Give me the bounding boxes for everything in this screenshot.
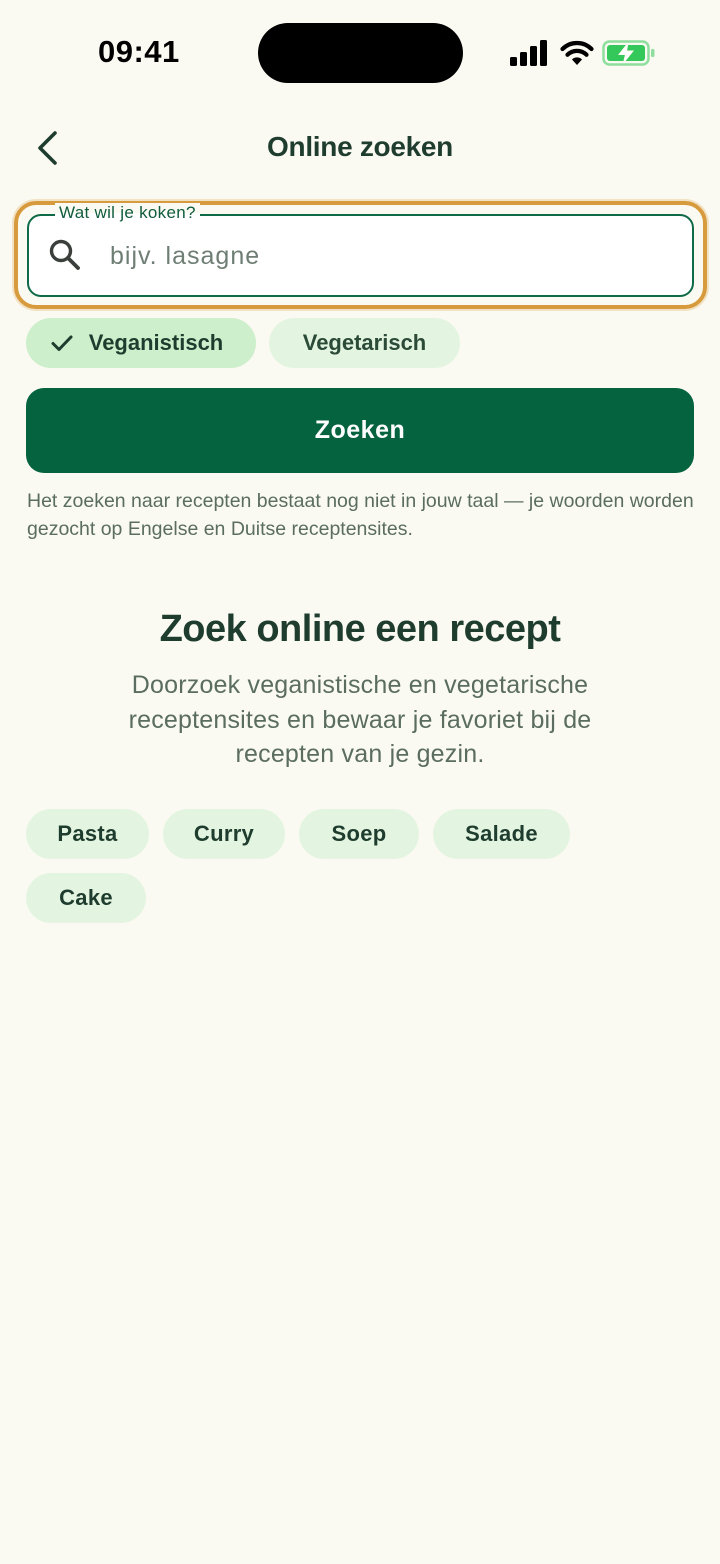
search-icon [49,239,80,270]
dynamic-island [258,23,463,83]
filter-chip-vegan[interactable]: Veganistisch [26,318,256,368]
search-button[interactable]: Zoeken [26,388,694,473]
page-title: Online zoeken [267,131,453,162]
check-icon [51,335,73,351]
empty-state-description: Doorzoek veganistische en vegetarische r… [128,671,592,768]
suggestion-chip-curry[interactable]: Curry [163,809,285,859]
status-time: 09:41 [98,34,180,69]
suggestion-chip-cake[interactable]: Cake [26,873,146,923]
suggestion-chip-pasta[interactable]: Pasta [26,809,149,859]
filter-chip-vegetarian[interactable]: Vegetarisch [269,318,460,368]
screen: 09:41 Online zoeken Wat wil je koken? bi… [0,0,720,1564]
empty-state-title: Zoek online een recept [159,608,561,650]
suggestion-chip-salade[interactable]: Salade [433,809,570,859]
search-field-label: Wat wil je koken? [55,203,200,223]
filter-chip-label: Veganistisch [88,330,224,355]
search-button-label: Zoeken [314,416,406,444]
search-input[interactable] [110,236,670,276]
suggestion-chip-soep[interactable]: Soep [299,809,419,859]
language-note: Het zoeken naar recepten bestaat nog nie… [27,490,694,540]
cellular-signal-icon [510,40,547,66]
battery-charging-icon [602,40,655,66]
filter-chip-label: Vegetarisch [302,330,427,355]
status-bar: 09:41 [0,0,720,100]
wifi-icon [560,40,594,65]
